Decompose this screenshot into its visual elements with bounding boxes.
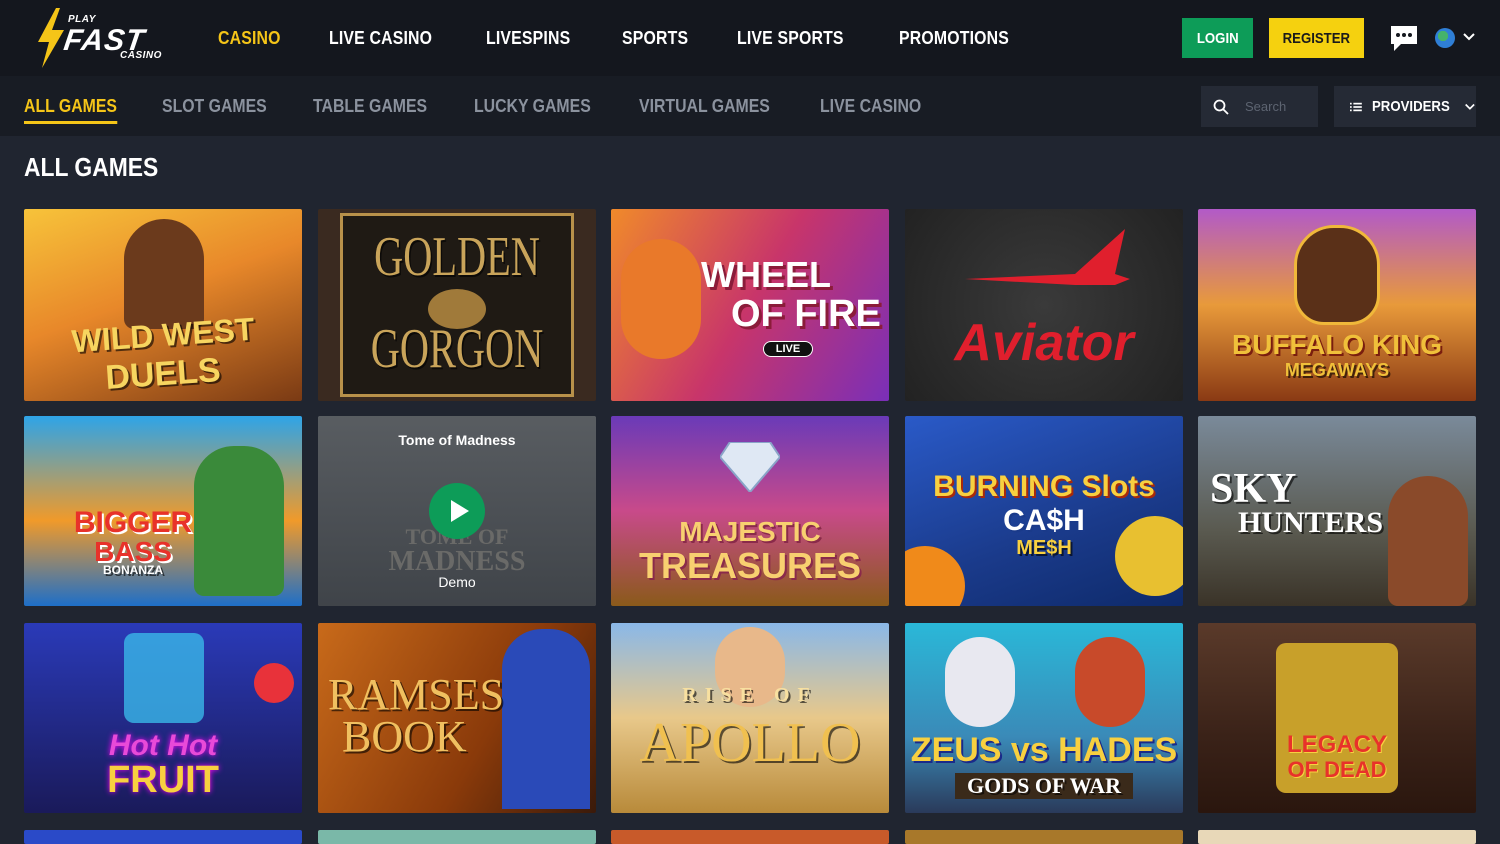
providers-label: PROVIDERS xyxy=(1371,98,1450,115)
game-title-line: HUNTERS xyxy=(1238,506,1384,539)
game-tile[interactable] xyxy=(1198,830,1476,844)
list-icon xyxy=(1350,102,1362,111)
game-tile[interactable]: RISE OF APOLLO xyxy=(611,623,889,813)
nav-livespins[interactable]: LIVESPINS xyxy=(486,28,570,49)
game-title-line: APOLLO xyxy=(639,712,861,774)
nav-sports[interactable]: SPORTS xyxy=(622,28,688,49)
game-title-line: FRUIT xyxy=(107,759,219,801)
game-title-line: GODS OF WAR xyxy=(955,773,1133,799)
main-navigation: CASINO LIVE CASINO LIVESPINS SPORTS LIVE… xyxy=(218,0,1064,76)
game-title-line: CA$H xyxy=(1003,504,1085,537)
game-tile[interactable]: GOLDEN GORGON xyxy=(318,209,596,401)
game-title-line: MEGAWAYS xyxy=(1284,360,1390,380)
site-logo[interactable]: PLAY FAST CASINO xyxy=(34,6,174,68)
game-title-line: LEGACY xyxy=(1286,731,1387,758)
nav-casino[interactable]: CASINO xyxy=(218,28,281,49)
top-header: PLAY FAST CASINO CASINO LIVE CASINO LIVE… xyxy=(0,0,1500,76)
play-icon[interactable] xyxy=(429,483,485,539)
game-title-line: MADNESS xyxy=(388,546,526,577)
nav-live-sports[interactable]: LIVE SPORTS xyxy=(737,28,844,49)
buffalo-figure xyxy=(1294,225,1380,325)
ice-cube xyxy=(124,633,204,723)
game-tile[interactable]: LEGACY OF DEAD xyxy=(1198,623,1476,813)
register-button[interactable]: REGISTER xyxy=(1269,18,1364,58)
globe-icon[interactable] xyxy=(1435,28,1455,48)
game-title-line: SKY xyxy=(1210,466,1297,512)
watermelon-fruit xyxy=(254,663,294,703)
section-title: ALL GAMES xyxy=(24,152,159,182)
demo-link[interactable]: Demo xyxy=(318,574,596,590)
game-title-line: TREASURES xyxy=(638,545,862,586)
chevron-down-icon[interactable] xyxy=(1462,30,1476,44)
category-navigation: ALL GAMES SLOT GAMES TABLE GAMES LUCKY G… xyxy=(24,76,967,136)
diamond-icon xyxy=(720,442,780,492)
login-label: LOGIN xyxy=(1196,29,1239,47)
chat-icon[interactable] xyxy=(1389,24,1419,52)
game-title-line: BASS xyxy=(94,536,172,567)
nav-promotions[interactable]: PROMOTIONS xyxy=(899,28,1009,49)
search-box[interactable] xyxy=(1201,86,1318,127)
game-tile[interactable]: WILD WEST DUELS xyxy=(24,209,302,401)
game-title-line: Aviator xyxy=(954,314,1134,372)
game-title-line: WHEEL xyxy=(701,254,831,295)
search-icon xyxy=(1213,99,1229,115)
providers-dropdown[interactable]: PROVIDERS xyxy=(1334,86,1476,127)
game-tile[interactable] xyxy=(318,830,596,844)
nav-live-casino[interactable]: LIVE CASINO xyxy=(329,28,432,49)
game-title-line: ZEUS vs HADES xyxy=(910,731,1178,769)
game-tile-hovered[interactable]: TOME OF MADNESS Tome of Madness Demo xyxy=(318,416,596,606)
live-badge: LIVE xyxy=(763,341,813,357)
game-tile[interactable] xyxy=(24,830,302,844)
tab-virtual-games[interactable]: VIRTUAL GAMES xyxy=(639,96,770,117)
game-title-line: RAMSES xyxy=(328,670,505,719)
game-tile[interactable]: SKY HUNTERS xyxy=(1198,416,1476,606)
hover-game-title: Tome of Madness xyxy=(398,432,516,448)
game-title-line: RISE OF xyxy=(682,684,818,706)
game-tile[interactable] xyxy=(905,830,1183,844)
game-tile[interactable]: BIGGER BASS BONANZA xyxy=(24,416,302,606)
game-tile[interactable]: RAMSES BOOK xyxy=(318,623,596,813)
hades-figure xyxy=(1075,637,1145,727)
game-tile[interactable]: Hot Hot FRUIT xyxy=(24,623,302,813)
fox-character xyxy=(621,239,701,359)
game-tile[interactable] xyxy=(611,830,889,844)
game-title-line: ME$H xyxy=(1016,537,1072,559)
game-title-line: BUFFALO KING xyxy=(1232,329,1442,360)
game-title-line: MAJESTIC xyxy=(679,516,821,547)
tab-all-games[interactable]: ALL GAMES xyxy=(24,96,117,124)
game-tile[interactable]: WHEEL OF FIRE LIVE xyxy=(611,209,889,401)
login-button[interactable]: LOGIN xyxy=(1182,18,1253,58)
game-title-line: GORGON xyxy=(370,318,544,380)
cowboy-figure xyxy=(124,219,204,329)
tab-table-games[interactable]: TABLE GAMES xyxy=(313,96,427,117)
game-title-line: Hot Hot xyxy=(108,729,218,762)
game-title-line: BIGGER xyxy=(73,506,193,539)
game-tile[interactable]: MAJESTIC TREASURES xyxy=(611,416,889,606)
game-title-line: OF FIRE xyxy=(731,293,881,335)
game-tile[interactable]: BUFFALO KING MEGAWAYS xyxy=(1198,209,1476,401)
game-tile[interactable]: Aviator xyxy=(905,209,1183,401)
tab-lucky-games[interactable]: LUCKY GAMES xyxy=(474,96,591,117)
game-title-line: OF DEAD xyxy=(1287,757,1387,782)
game-tile[interactable]: ZEUS vs HADES GODS OF WAR xyxy=(905,623,1183,813)
game-tile[interactable]: BURNING Slots CA$H ME$H xyxy=(905,416,1183,606)
search-input[interactable] xyxy=(1245,99,1315,114)
tab-live-casino[interactable]: LIVE CASINO xyxy=(820,96,921,117)
register-label: REGISTER xyxy=(1282,29,1351,47)
game-title-line: BONANZA xyxy=(103,563,163,577)
tab-slot-games[interactable]: SLOT GAMES xyxy=(162,96,267,117)
chevron-down-icon xyxy=(1465,103,1475,110)
game-title-line: BOOK xyxy=(342,712,467,761)
game-title-line: BURNING Slots xyxy=(933,470,1155,503)
airplane-icon xyxy=(965,229,1130,285)
logo-casino-text: CASINO xyxy=(120,50,162,61)
lightning-bolt-icon xyxy=(38,8,64,68)
zeus-figure xyxy=(945,637,1015,727)
game-title-line: GOLDEN xyxy=(374,226,540,288)
